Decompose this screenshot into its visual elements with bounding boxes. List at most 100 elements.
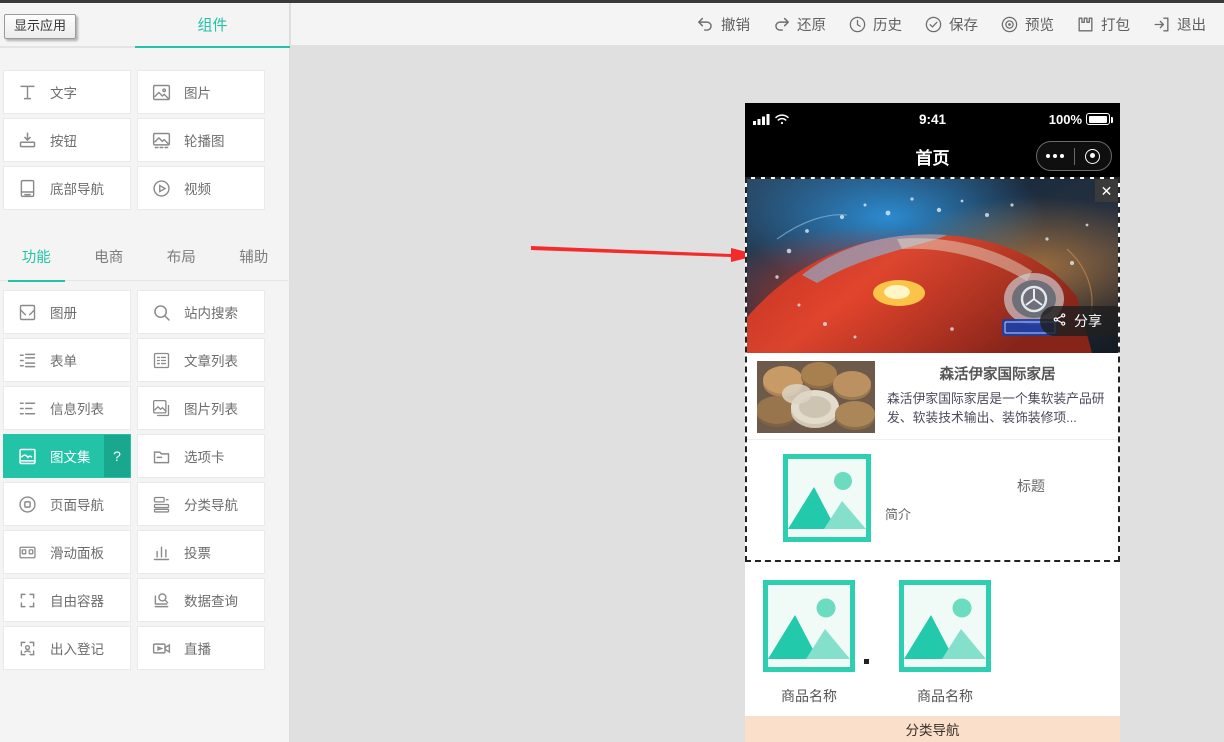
close-target-icon[interactable] [1075,148,1112,164]
category-tab-auxiliary[interactable]: 辅助 [218,235,291,281]
toolbar-label: 撤销 [721,17,750,34]
data-query-icon [150,589,172,611]
product-item[interactable]: 商品名称 [899,580,1001,706]
info-list-icon [16,397,38,419]
component-item-image[interactable]: 图片 [137,70,265,114]
component-label: 直播 [184,642,211,657]
component-item-site-search[interactable]: 站内搜索 [137,290,265,334]
component-item-article-list[interactable]: 文章列表 [137,338,265,382]
component-label: 自由容器 [50,594,104,609]
image-icon [150,81,172,103]
component-item-button[interactable]: 按钮 [3,118,131,162]
product-image-placeholder [899,580,991,672]
eye-target-icon [1000,15,1019,34]
help-badge[interactable]: ? [104,435,130,477]
phone-preview[interactable]: 9:41 100% 首页 ✕ 分享 森活伊家国际家居 森活伊家国际家居是一个集软… [745,103,1120,742]
component-item-carousel[interactable]: 轮播图 [137,118,265,162]
share-icon [1052,312,1067,330]
component-label: 按钮 [50,134,77,149]
more-dots-icon[interactable] [1037,154,1074,158]
image-placeholder[interactable] [783,454,871,542]
component-item-poll[interactable]: 投票 [137,530,265,574]
wechat-capsule[interactable] [1036,141,1112,171]
editor-canvas[interactable]: 9:41 100% 首页 ✕ 分享 森活伊家国际家居 森活伊家国际家居是一个集软… [291,45,1224,742]
undo-icon [696,15,715,34]
component-label: 文字 [50,86,77,101]
toolbar-exit[interactable]: 退出 [1152,14,1206,35]
category-nav-icon [150,493,172,515]
toolbar-undo[interactable]: 撤销 [696,14,750,35]
component-item-checkin[interactable]: 出入登记 [3,626,131,670]
product-grid[interactable]: 商品名称 商品名称 [745,562,1120,712]
app-root: 显示应用 组件 文字 图片 按钮 轮播图 底部导航 视频 功能 电商 布局 辅助… [0,0,1224,742]
text-icon [16,81,38,103]
component-item-bottom-nav[interactable]: 底部导航 [3,166,131,210]
bottom-nav-bar[interactable]: 分类导航 [745,716,1120,742]
component-label: 图文集 [50,450,91,465]
close-icon[interactable]: ✕ [1095,179,1118,202]
placeholder-item[interactable]: 标题 简介 [747,440,1118,560]
component-item-free-container[interactable]: 自由容器 [3,578,131,622]
battery-percent: 100% [1048,111,1082,127]
toolbar-label: 打包 [1101,17,1130,34]
article-title: 森活伊家国际家居 [939,367,1056,383]
component-item-gallery[interactable]: 图文集 ? [3,434,131,478]
component-label: 图册 [50,306,77,321]
component-item-live-stream[interactable]: 直播 [137,626,265,670]
nav-bar: 首页 [745,135,1120,177]
placeholder-mountain-icon [788,459,866,537]
component-item-slide-panel[interactable]: 滑动面板 [3,530,131,574]
panel-tab-label: 组件 [197,17,228,34]
product-item[interactable]: 商品名称 [763,580,865,706]
battery-icon [1086,113,1113,125]
component-label: 选项卡 [184,450,225,465]
placeholder-mountain-icon [768,585,850,667]
component-item-page-nav[interactable]: 页面导航 [3,482,131,526]
status-bar: 9:41 100% [745,103,1120,135]
panel-tab-components[interactable]: 组件 [135,3,290,48]
toolbar-save[interactable]: 保存 [924,14,978,35]
tab-card-icon [150,445,172,467]
placeholder-subtitle: 简介 [885,507,912,522]
clock-icon [848,15,867,34]
toolbar-history[interactable]: 历史 [848,14,902,35]
product-image-placeholder [763,580,855,672]
show-app-button[interactable]: 显示应用 [4,14,77,40]
component-label: 投票 [184,546,211,561]
toolbar-redo[interactable]: 还原 [772,14,826,35]
component-item-tab-card[interactable]: 选项卡 [137,434,265,478]
component-item-category-nav[interactable]: 分类导航 [137,482,265,526]
component-item-info-list[interactable]: 信息列表 [3,386,131,430]
component-label: 表单 [50,354,77,369]
category-tab-function[interactable]: 功能 [0,235,73,282]
component-item-text[interactable]: 文字 [3,70,131,114]
resize-handle-dot[interactable] [864,659,869,664]
toolbar-label: 退出 [1177,17,1206,34]
editor-toolbar: 撤销 还原 历史 保存 预览 打包 退出 [291,3,1224,45]
component-item-image-list[interactable]: 图片列表 [137,386,265,430]
album-icon [16,301,38,323]
page-nav-icon [16,493,38,515]
article-card[interactable]: 森活伊家国际家居 森活伊家国际家居是一个集软装产品研发、软装技术输出、装饰装修项… [747,353,1118,440]
video-play-icon [150,177,172,199]
component-item-video[interactable]: 视频 [137,166,265,210]
live-stream-icon [150,637,172,659]
poll-chart-icon [150,541,172,563]
component-item-data-query[interactable]: 数据查询 [137,578,265,622]
banner-carousel[interactable]: ✕ 分享 [747,179,1118,353]
component-item-form[interactable]: 表单 [3,338,131,382]
component-label: 图片 [184,86,211,101]
gallery-icon [16,445,38,467]
carousel-icon [150,129,172,151]
toolbar-package[interactable]: 打包 [1076,14,1130,35]
share-button[interactable]: 分享 [1040,306,1118,336]
product-name: 商品名称 [781,688,837,704]
component-item-album[interactable]: 图册 [3,290,131,334]
category-tab-ecommerce[interactable]: 电商 [73,235,146,281]
placeholder-mountain-icon [904,585,986,667]
component-label: 底部导航 [50,182,104,197]
toolbar-preview[interactable]: 预览 [1000,14,1054,35]
category-tab-layout[interactable]: 布局 [145,235,218,281]
component-label: 数据查询 [184,594,238,609]
selected-component-block[interactable]: ✕ 分享 森活伊家国际家居 森活伊家国际家居是一个集软装产品研发、软装技术输出、… [745,177,1120,562]
